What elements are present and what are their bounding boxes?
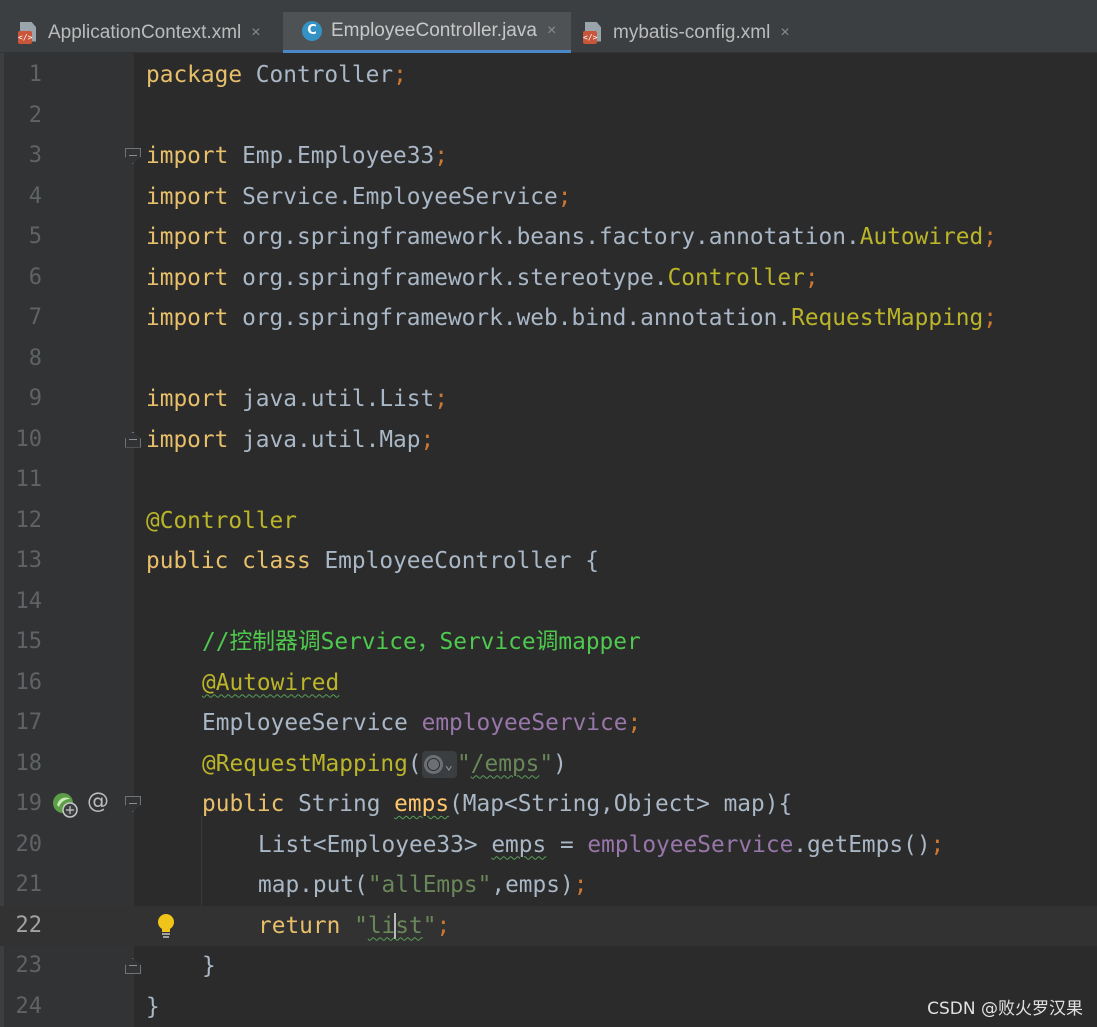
code-line: 6 import org.springframework.stereotype.…	[0, 258, 1097, 299]
line-number: 2	[28, 102, 42, 128]
tab-label: EmployeeController.java	[331, 20, 537, 41]
code-line: 4 import Service.EmployeeService;	[0, 177, 1097, 218]
line-number: 13	[15, 548, 43, 573]
line-number: 1	[28, 62, 42, 87]
code-line: 1 package Controller;	[0, 55, 1097, 96]
at-mapping-icon[interactable]: @	[87, 789, 109, 814]
line-number: 11	[15, 467, 43, 492]
line-number: 24	[15, 993, 43, 1019]
line-number: 21	[15, 872, 43, 897]
line-number: 12	[15, 507, 43, 533]
code-line: 11	[0, 460, 1097, 501]
line-number: 14	[15, 588, 43, 614]
line-number: 8	[28, 345, 42, 371]
fold-end-icon[interactable]	[125, 958, 141, 974]
code-line: 21 map.put("allEmps",emps);	[0, 865, 1097, 906]
line-number: 6	[28, 264, 42, 290]
tab-employeecontroller-java[interactable]: C EmployeeController.java ×	[283, 12, 571, 53]
lightbulb-icon[interactable]	[156, 913, 176, 943]
code-editor[interactable]: 1 package Controller; 2 3 import Emp.Emp…	[0, 55, 1097, 1027]
url-inlay-hint[interactable]: ⌄	[421, 750, 458, 778]
code-line: 12 @Controller	[0, 501, 1097, 542]
line-number: 16	[15, 669, 43, 695]
code-line: 2	[0, 96, 1097, 137]
code-line: 20 List<Employee33> emps = employeeServi…	[0, 825, 1097, 866]
line-number: 10	[15, 426, 43, 452]
fold-collapse-icon[interactable]	[125, 148, 141, 164]
code-line: 23 }	[0, 946, 1097, 987]
chevron-down-icon: ⌄	[444, 756, 454, 773]
tab-mybatis-config-xml[interactable]: </> mybatis-config.xml ×	[571, 12, 811, 53]
code-line: 17 EmployeeService employeeService;	[0, 703, 1097, 744]
tab-applicationcontext-xml[interactable]: </> ApplicationContext.xml ×	[0, 12, 283, 53]
close-tab-icon[interactable]: ×	[780, 24, 789, 42]
tab-label: ApplicationContext.xml	[48, 21, 242, 43]
fold-end-icon[interactable]	[125, 431, 141, 448]
line-number: 15	[15, 629, 43, 654]
window-top-strip	[0, 0, 1097, 12]
close-tab-icon[interactable]: ×	[251, 24, 260, 42]
code-line: 9 import java.util.List;	[0, 379, 1097, 420]
editor-tab-bar: </> ApplicationContext.xml × C EmployeeC…	[0, 12, 1097, 53]
code-line: 16 @Autowired	[0, 663, 1097, 704]
tab-label: mybatis-config.xml	[613, 21, 771, 43]
spring-web-endpoint-icon[interactable]	[51, 791, 79, 823]
code-line: 15 //控制器调Service，Service调mapper	[0, 622, 1097, 663]
code-line: 19 @ public String emps(Map<String,Objec…	[0, 784, 1097, 825]
fold-collapse-icon[interactable]	[125, 796, 141, 812]
line-number: 17	[15, 710, 43, 735]
code-line: 3 import Emp.Employee33;	[0, 136, 1097, 177]
close-tab-icon[interactable]: ×	[547, 22, 556, 40]
line-number: 18	[15, 750, 43, 776]
line-number: 7	[28, 305, 42, 330]
code-line: 18 @RequestMapping(⌄ "/emps")	[0, 744, 1097, 785]
code-line: 8	[0, 339, 1097, 380]
code-line: 13 public class EmployeeController {	[0, 541, 1097, 582]
line-number: 20	[15, 831, 43, 857]
java-class-icon: C	[301, 20, 323, 42]
code-line-current: 22 return "list";	[0, 905, 1097, 946]
line-number: 3	[28, 143, 42, 168]
watermark: CSDN @败火罗汉果	[927, 999, 1083, 1019]
code-line: 14	[0, 582, 1097, 623]
xml-file-icon: </>	[18, 21, 40, 44]
code-line: 5 import org.springframework.beans.facto…	[0, 217, 1097, 258]
code-line: 7 import org.springframework.web.bind.an…	[0, 298, 1097, 339]
line-number: 5	[28, 224, 42, 249]
line-number: 22	[15, 912, 43, 938]
line-number: 9	[28, 386, 42, 411]
code-line: 10 import java.util.Map;	[0, 420, 1097, 461]
line-number: 19	[15, 791, 43, 816]
line-number: 4	[28, 183, 42, 209]
line-number: 23	[15, 953, 43, 978]
xml-file-icon: </>	[583, 21, 605, 44]
globe-icon	[423, 754, 443, 774]
code-comment: //控制器调Service，Service调mapper	[202, 629, 641, 655]
